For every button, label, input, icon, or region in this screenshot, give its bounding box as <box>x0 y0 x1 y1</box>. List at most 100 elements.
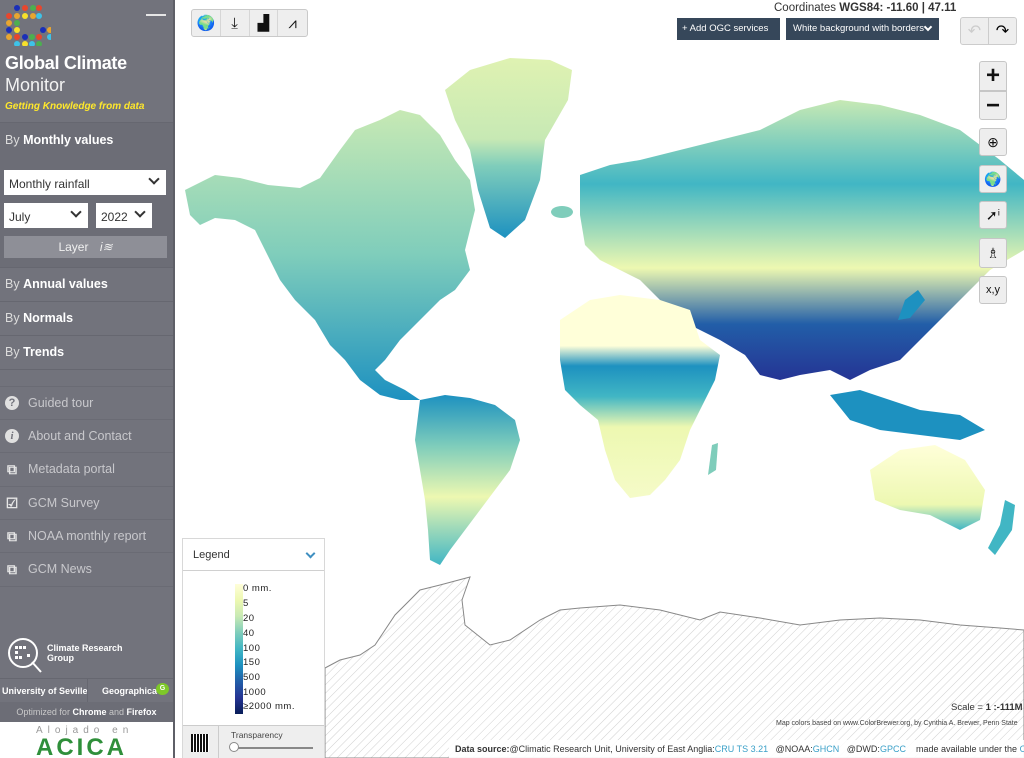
bar-chart-icon[interactable]: ▟ <box>250 10 279 36</box>
history-controls: ↶ ↷ <box>960 17 1017 45</box>
new-zealand-shape <box>988 500 1015 555</box>
year-select[interactable]: 2022 <box>96 203 152 228</box>
browser-note-prefix: Optimized for <box>16 707 70 717</box>
section-label: Trends <box>23 345 65 359</box>
redo-icon[interactable]: ↷ <box>989 18 1016 44</box>
external-link-icon: ⧉ <box>7 528 17 544</box>
section-prefix: By <box>5 277 20 291</box>
coordinates-readout: Coordinates WGS84: -11.60 | 47.11 <box>774 2 956 14</box>
layer-info-button[interactable]: Layer i≋ <box>4 236 167 258</box>
chevron-down-icon <box>923 22 933 32</box>
legend-class-label: 100 <box>243 643 261 654</box>
chevron-down-icon <box>134 206 146 218</box>
legend-class-label: ≥2000 mm. <box>243 701 295 712</box>
data-source-dwd: @DWD: <box>846 744 880 754</box>
menu-guided-tour[interactable]: ? Guided tour <box>0 386 173 420</box>
license-text: made available under the <box>915 744 1018 754</box>
legend-header[interactable]: Legend <box>183 539 324 571</box>
madagascar-shape <box>708 443 718 475</box>
zoom-in-button[interactable]: + <box>979 61 1007 91</box>
data-source-prefix: Data source: <box>455 744 510 754</box>
station-button[interactable]: ♗ <box>979 238 1007 268</box>
legend-class-label: 5 <box>243 598 249 609</box>
geographica-link[interactable]: Geographica <box>102 686 157 696</box>
brand-subtitle: Monitor <box>5 75 66 95</box>
colorbrewer-attribution: Map colors based on www.ColorBrewer.org,… <box>776 720 1018 727</box>
undo-icon[interactable]: ↶ <box>961 18 989 44</box>
ghcn-link[interactable]: GHCN <box>813 744 840 754</box>
partners-row: University of Seville Geographica G <box>0 678 173 703</box>
zoom-out-button[interactable]: − <box>979 91 1007 120</box>
menu-label: NOAA monthly report <box>28 529 147 543</box>
coordinates-system: WGS84: <box>839 2 884 14</box>
zoom-box-button[interactable]: ⊕ <box>979 128 1007 156</box>
browser-note: Optimized for Chrome and Firefox <box>0 702 173 722</box>
transparency-slider[interactable] <box>233 747 313 749</box>
layers-info-icon: i≋ <box>99 240 113 254</box>
grid-icon <box>191 734 209 752</box>
transparency-label: Transparency <box>231 730 283 740</box>
legend-class-label: 20 <box>243 613 255 624</box>
variable-select[interactable]: Monthly rainfall <box>4 170 166 195</box>
chevron-down-icon <box>148 173 160 185</box>
menu-label: GCM Survey <box>28 496 100 510</box>
legend-panel: Legend 0 mm. 5 20 40 100 150 500 1000 ≥2… <box>182 538 325 758</box>
browser-note-and: and <box>109 707 125 717</box>
menu-noaa-report[interactable]: ⧉ NOAA monthly report <box>0 519 173 553</box>
download-icon[interactable]: ⤓ <box>221 10 250 36</box>
add-ogc-services-button[interactable]: + Add OGC services <box>677 18 780 40</box>
year-select-value: 2022 <box>101 210 128 224</box>
browser-chrome: Chrome <box>72 707 107 717</box>
section-label: Normals <box>23 311 74 325</box>
acica-logo[interactable]: Alojado en ACICA <box>0 722 173 758</box>
section-divider <box>0 369 173 386</box>
menu-label: Metadata portal <box>28 462 115 476</box>
cru-link[interactable]: CRU TS 3.21 <box>715 744 768 754</box>
menu-metadata-portal[interactable]: ⧉ Metadata portal <box>0 452 173 486</box>
australia-shape <box>870 445 985 530</box>
menu-gcm-news[interactable]: ⧉ GCM News <box>0 552 173 586</box>
section-label[interactable]: Monthly values <box>23 133 113 147</box>
browser-firefox: Firefox <box>126 707 157 717</box>
sidebar: Global Climate Monitor Getting Knowledge… <box>0 0 175 758</box>
question-circle-icon: ? <box>5 396 19 410</box>
basemap-select-value: White background with borders <box>793 23 924 34</box>
full-extent-button[interactable]: 🌍 <box>979 165 1007 193</box>
menu-toggle-icon[interactable] <box>146 14 166 16</box>
grid-toggle-button[interactable] <box>183 726 219 758</box>
time-series-icon[interactable]: ⩘ <box>278 10 307 36</box>
menu-about-contact[interactable]: i About and Contact <box>0 419 173 453</box>
crg-line2: Group <box>47 653 74 663</box>
transparency-slider-handle[interactable] <box>229 742 239 752</box>
coordinates-label: Coordinates <box>774 2 837 14</box>
university-link[interactable]: University of Seville <box>2 686 88 696</box>
iceland-shape <box>551 206 573 218</box>
xy-button[interactable]: x,y <box>979 276 1007 304</box>
section-label: Annual values <box>23 277 108 291</box>
coordinates-separator: | <box>921 2 925 14</box>
section-prefix: By <box>5 311 20 325</box>
section-trends[interactable]: By Trends <box>0 335 173 369</box>
coordinates-lat: 47.11 <box>928 2 957 14</box>
gcm-logo-icon <box>6 5 51 46</box>
globe-icon[interactable]: 🌍 <box>192 10 221 36</box>
maritime-se-asia-shape <box>830 390 985 440</box>
identify-button[interactable]: ➚ⁱ <box>979 201 1007 229</box>
partners-divider <box>87 679 88 703</box>
section-normals[interactable]: By Normals <box>0 301 173 335</box>
section-prefix: By <box>5 133 20 147</box>
chevron-down-icon <box>305 548 316 559</box>
coordinates-lon: -11.60 <box>886 2 919 14</box>
month-select[interactable]: July <box>4 203 88 228</box>
legend-class-label: 150 <box>243 657 261 668</box>
external-link-icon: ⧉ <box>7 561 17 577</box>
menu-gcm-survey[interactable]: ☑ GCM Survey <box>0 486 173 520</box>
data-source-noaa: @NOAA: <box>775 744 813 754</box>
geographica-logo-icon: G <box>156 683 169 695</box>
south-america-shape <box>415 395 520 565</box>
odl-link[interactable]: ODL <box>1020 744 1024 754</box>
tools-toolbar: 🌍 ⤓ ▟ ⩘ <box>191 9 308 37</box>
basemap-select[interactable]: White background with borders <box>786 18 939 40</box>
section-annual-values[interactable]: By Annual values <box>0 267 173 301</box>
gpcc-link[interactable]: GPCC <box>880 744 906 754</box>
